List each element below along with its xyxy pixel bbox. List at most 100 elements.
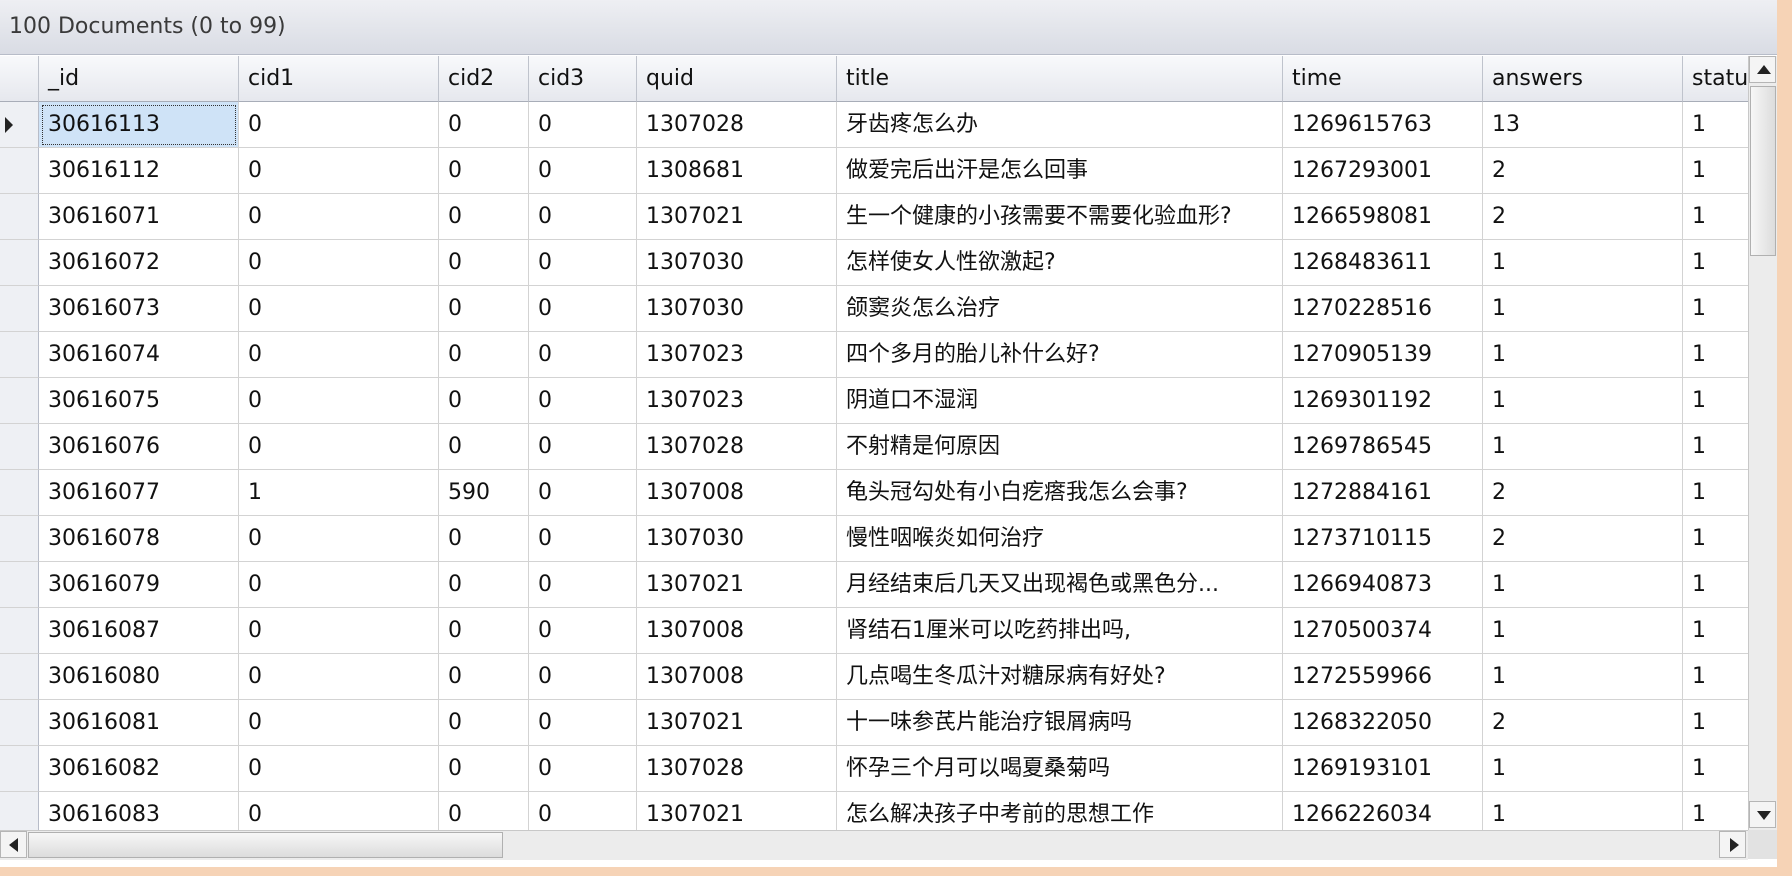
cell-cid2[interactable]: 0	[439, 148, 529, 194]
cell-cid2[interactable]: 0	[439, 654, 529, 700]
cell-cid2[interactable]: 0	[439, 562, 529, 608]
cell-answers[interactable]: 1	[1483, 654, 1683, 700]
cell-cid3[interactable]: 0	[529, 286, 637, 332]
cell-status[interactable]: 1	[1683, 700, 1748, 746]
cell-status[interactable]: 1	[1683, 424, 1748, 470]
cell-answers[interactable]: 2	[1483, 470, 1683, 516]
cell-answers[interactable]: 1	[1483, 424, 1683, 470]
cell-quid[interactable]: 1307030	[637, 286, 837, 332]
cell-title[interactable]: 做爱完后出汗是怎么回事	[837, 148, 1283, 194]
scroll-left-button[interactable]	[0, 831, 27, 858]
cell-time[interactable]: 1268322050	[1283, 700, 1483, 746]
cell-id[interactable]: 30616113	[39, 102, 239, 148]
scroll-right-button[interactable]	[1719, 831, 1746, 858]
table-row[interactable]: 30616075 0 0 0 1307023 阴道口不湿润 1269301192 1 1	[0, 378, 1748, 424]
row-selector[interactable]	[0, 792, 39, 830]
cell-time[interactable]: 1266226034	[1283, 792, 1483, 830]
cell-quid[interactable]: 1307023	[637, 332, 837, 378]
column-header-cid2[interactable]: cid2	[439, 56, 529, 102]
cell-quid[interactable]: 1307028	[637, 424, 837, 470]
cell-quid[interactable]: 1307021	[637, 562, 837, 608]
table-row[interactable]: 30616071 0 0 0 1307021 生一个健康的小孩需要不需要化验血形? 1266…	[0, 194, 1748, 240]
documents-grid[interactable]: _id cid1 cid2 cid3 quid title time answers statu…	[0, 56, 1748, 830]
cell-answers[interactable]: 1	[1483, 608, 1683, 654]
cell-id[interactable]: 30616078	[39, 516, 239, 562]
cell-title[interactable]: 不射精是何原因	[837, 424, 1283, 470]
row-selector[interactable]	[0, 378, 39, 424]
table-row[interactable]: 30616074 0 0 0 1307023 四个多月的胎儿补什么好? 1270905139…	[0, 332, 1748, 378]
row-selector[interactable]	[0, 332, 39, 378]
cell-quid[interactable]: 1307030	[637, 240, 837, 286]
cell-title[interactable]: 几点喝生冬瓜汁对糖尿病有好处?	[837, 654, 1283, 700]
cell-cid1[interactable]: 0	[239, 240, 439, 286]
cell-cid3[interactable]: 0	[529, 516, 637, 562]
table-row[interactable]: 30616082 0 0 0 1307028 怀孕三个月可以喝夏桑菊吗 1269193101…	[0, 746, 1748, 792]
cell-title[interactable]: 龟头冠勾处有小白疙瘩我怎么会事?	[837, 470, 1283, 516]
row-selector[interactable]	[0, 102, 39, 148]
cell-id[interactable]: 30616074	[39, 332, 239, 378]
cell-quid[interactable]: 1307021	[637, 792, 837, 830]
cell-time[interactable]: 1269786545	[1283, 424, 1483, 470]
row-selector[interactable]	[0, 148, 39, 194]
cell-cid3[interactable]: 0	[529, 332, 637, 378]
cell-status[interactable]: 1	[1683, 148, 1748, 194]
cell-id[interactable]: 30616082	[39, 746, 239, 792]
cell-status[interactable]: 1	[1683, 194, 1748, 240]
cell-status[interactable]: 1	[1683, 562, 1748, 608]
row-selector[interactable]	[0, 746, 39, 792]
cell-title[interactable]: 月经结束后几天又出现褐色或黑色分...	[837, 562, 1283, 608]
cell-cid2[interactable]: 0	[439, 194, 529, 240]
table-row[interactable]: 30616113 0 0 0 1307028 牙齿疼怎么办 1269615763 13 1	[0, 102, 1748, 148]
cell-cid2[interactable]: 0	[439, 332, 529, 378]
cell-status[interactable]: 1	[1683, 516, 1748, 562]
column-header-cid3[interactable]: cid3	[529, 56, 637, 102]
row-selector[interactable]	[0, 240, 39, 286]
cell-cid1[interactable]: 1	[239, 470, 439, 516]
scroll-up-button[interactable]	[1749, 56, 1776, 83]
cell-answers[interactable]: 2	[1483, 516, 1683, 562]
cell-status[interactable]: 1	[1683, 746, 1748, 792]
cell-title[interactable]: 阴道口不湿润	[837, 378, 1283, 424]
row-selector[interactable]	[0, 608, 39, 654]
cell-quid[interactable]: 1307008	[637, 608, 837, 654]
cell-answers[interactable]: 1	[1483, 746, 1683, 792]
cell-id[interactable]: 30616077	[39, 470, 239, 516]
cell-cid2[interactable]: 590	[439, 470, 529, 516]
cell-time[interactable]: 1272884161	[1283, 470, 1483, 516]
cell-cid1[interactable]: 0	[239, 746, 439, 792]
column-header-status[interactable]: statu	[1683, 56, 1748, 102]
cell-quid[interactable]: 1307028	[637, 102, 837, 148]
cell-cid2[interactable]: 0	[439, 286, 529, 332]
table-row[interactable]: 30616112 0 0 0 1308681 做爱完后出汗是怎么回事 1267293001 2…	[0, 148, 1748, 194]
column-header-quid[interactable]: quid	[637, 56, 837, 102]
cell-id[interactable]: 30616072	[39, 240, 239, 286]
cell-time[interactable]: 1273710115	[1283, 516, 1483, 562]
cell-time[interactable]: 1268483611	[1283, 240, 1483, 286]
cell-time[interactable]: 1267293001	[1283, 148, 1483, 194]
cell-cid2[interactable]: 0	[439, 424, 529, 470]
cell-answers[interactable]: 1	[1483, 562, 1683, 608]
cell-status[interactable]: 1	[1683, 286, 1748, 332]
cell-status[interactable]: 1	[1683, 608, 1748, 654]
cell-quid[interactable]: 1307008	[637, 470, 837, 516]
cell-id[interactable]: 30616081	[39, 700, 239, 746]
row-selector[interactable]	[0, 194, 39, 240]
column-header-answers[interactable]: answers	[1483, 56, 1683, 102]
cell-cid3[interactable]: 0	[529, 378, 637, 424]
cell-quid[interactable]: 1307028	[637, 746, 837, 792]
cell-cid3[interactable]: 0	[529, 240, 637, 286]
row-selector[interactable]	[0, 700, 39, 746]
cell-status[interactable]: 1	[1683, 378, 1748, 424]
cell-cid2[interactable]: 0	[439, 240, 529, 286]
cell-cid2[interactable]: 0	[439, 378, 529, 424]
horizontal-scroll-thumb[interactable]	[28, 832, 503, 858]
scroll-down-button[interactable]	[1749, 801, 1776, 828]
cell-status[interactable]: 1	[1683, 470, 1748, 516]
cell-id[interactable]: 30616087	[39, 608, 239, 654]
table-row[interactable]: 30616072 0 0 0 1307030 怎样使女人性欲激起? 1268483611 1 1	[0, 240, 1748, 286]
cell-status[interactable]: 1	[1683, 654, 1748, 700]
cell-title[interactable]: 肾结石1厘米可以吃药排出吗,	[837, 608, 1283, 654]
row-selector[interactable]	[0, 470, 39, 516]
cell-quid[interactable]: 1308681	[637, 148, 837, 194]
cell-id[interactable]: 30616080	[39, 654, 239, 700]
